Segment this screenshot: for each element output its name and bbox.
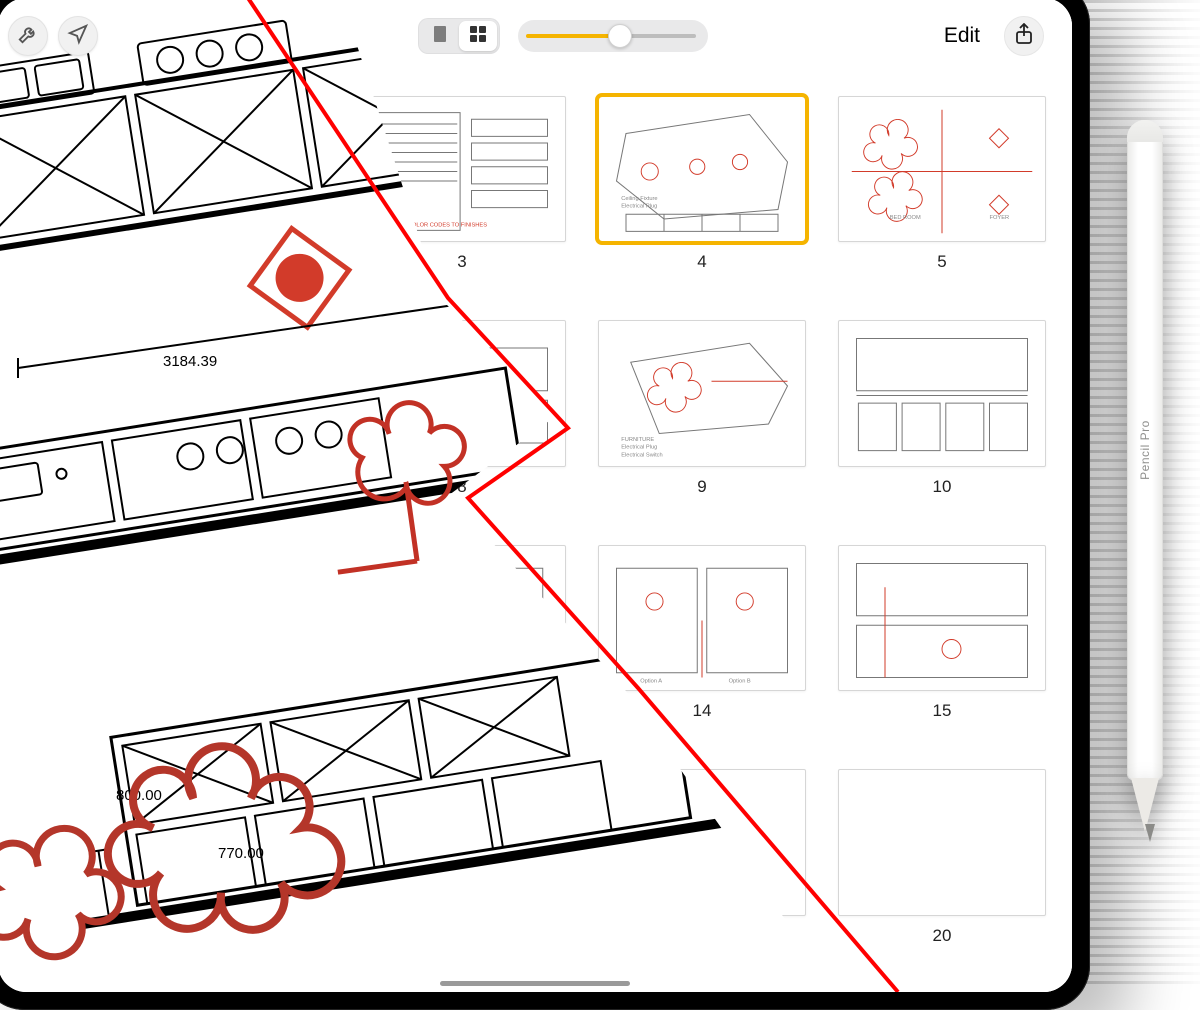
zoom-slider[interactable] [518, 20, 708, 52]
thumbnail-label: 14 [693, 701, 712, 721]
thumbnail-label: 10 [933, 477, 952, 497]
paper-plane-icon [67, 23, 89, 50]
grid-view[interactable] [459, 21, 497, 51]
settings-button[interactable] [8, 16, 48, 56]
dimension-3184: 3184.39 [163, 353, 217, 370]
svg-text:Ceiling Fixture: Ceiling Fixture [621, 196, 657, 202]
view-mode-segmented[interactable] [418, 18, 500, 54]
screen: 3184.39 [0, 0, 1072, 992]
ipad-frame: 3184.39 [0, 0, 1090, 1010]
thumbnail-4[interactable]: Ceiling Fixture Electrical Plug 4 [598, 96, 806, 272]
svg-text:Electrical Plug: Electrical Plug [621, 445, 657, 451]
dimension-770: 770.00 [218, 845, 264, 862]
home-indicator [440, 981, 630, 986]
share-icon [1014, 23, 1034, 50]
svg-text:Electrical Plug: Electrical Plug [621, 204, 657, 210]
thumbnail-label: 15 [933, 701, 952, 721]
page-icon [432, 25, 448, 48]
thumbnail-label: 3 [457, 252, 466, 272]
wrench-icon [17, 23, 39, 50]
thumbnail-20[interactable]: 20 [838, 769, 1046, 945]
grid-icon [469, 25, 487, 48]
svg-text:Electrical Switch: Electrical Switch [621, 453, 662, 459]
thumbnail-label: 4 [697, 252, 706, 272]
share-button[interactable] [1004, 16, 1044, 56]
thumbnail-5[interactable]: BED ROOM FOYER 5 [838, 96, 1046, 272]
thumbnail-14[interactable]: Option A Option B 14 [598, 545, 806, 721]
fly-through-button[interactable] [58, 16, 98, 56]
thumbnail-9[interactable]: FURNITURE Electrical Plug Electrical Swi… [598, 320, 806, 496]
thumbnail-15[interactable]: 15 [838, 545, 1046, 721]
edit-button[interactable]: Edit [938, 20, 986, 52]
thumbnail-label: 9 [697, 477, 706, 497]
svg-text:Option B: Option B [729, 678, 751, 684]
thumbnail-label: 5 [937, 252, 946, 272]
svg-text:BED ROOM: BED ROOM [890, 215, 921, 221]
thumbnail-label: 20 [933, 926, 952, 946]
svg-text:Option A: Option A [640, 678, 662, 684]
apple-pencil: Pencil Pro [1122, 120, 1168, 860]
single-page-view[interactable] [421, 21, 459, 51]
svg-text:FOYER: FOYER [990, 215, 1010, 221]
svg-text:FURNITURE: FURNITURE [621, 438, 654, 444]
pencil-label: Pencil Pro [1138, 420, 1152, 480]
zoom-knob[interactable] [608, 24, 632, 48]
thumbnail-10[interactable]: 10 [838, 320, 1046, 496]
